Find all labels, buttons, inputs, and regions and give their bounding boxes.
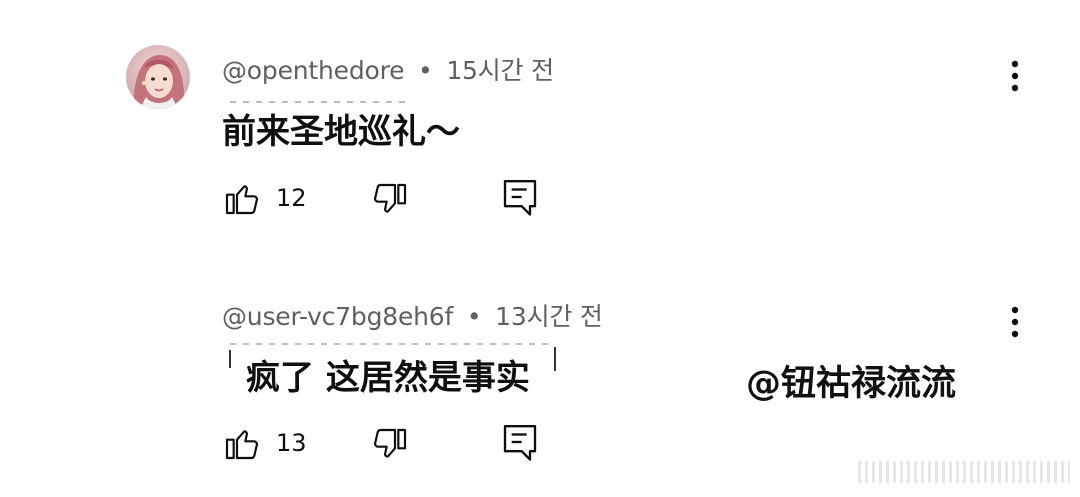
- reply-button[interactable]: [500, 176, 540, 218]
- faint-text-remnant: [230, 343, 550, 345]
- avatar-image: [126, 45, 190, 109]
- like-count: 13: [276, 429, 307, 457]
- reply-button[interactable]: [500, 421, 540, 463]
- comment-meta: @openthedore • 15시간 전: [222, 51, 554, 87]
- meta-separator: •: [418, 56, 433, 85]
- dislike-button[interactable]: [370, 180, 410, 220]
- comment-time: 13시간 전: [495, 302, 603, 331]
- more-vertical-icon: [1011, 306, 1019, 338]
- watermark: @钮祜禄流流: [746, 364, 957, 404]
- like-button[interactable]: 12: [222, 178, 307, 218]
- text-cursor-mark: [229, 350, 231, 368]
- like-count: 12: [276, 184, 307, 212]
- comment-meta: @user-vc7bg8eh6f • 13시간 전: [222, 297, 603, 333]
- thumbs-down-icon: [373, 428, 407, 458]
- meta-separator: •: [466, 302, 482, 331]
- like-button[interactable]: 13: [222, 423, 307, 463]
- faint-watermark-strip: [858, 461, 1070, 483]
- more-vertical-icon: [1011, 60, 1019, 92]
- thumbs-down-icon: [373, 183, 407, 213]
- comment-time: 15시간 전: [446, 56, 554, 85]
- more-options-button[interactable]: [1002, 56, 1028, 96]
- avatar[interactable]: [126, 45, 190, 109]
- reply-comment-icon: [503, 425, 537, 461]
- dislike-button[interactable]: [370, 425, 410, 465]
- comment-text: 前来圣地巡礼～: [222, 112, 460, 152]
- faint-text-remnant: [230, 101, 410, 103]
- reply-comment-icon: [503, 180, 537, 216]
- comment-text: 疯了 这居然是事实: [246, 358, 530, 398]
- thumbs-up-icon: [225, 185, 259, 215]
- author-handle[interactable]: @openthedore: [222, 56, 404, 85]
- comment-item-1: @openthedore • 15시간 전 前来圣地巡礼～ 12: [0, 0, 1080, 250]
- more-options-button[interactable]: [1002, 302, 1028, 342]
- text-cursor-mark: [554, 347, 556, 371]
- thumbs-up-icon: [225, 430, 259, 460]
- author-handle[interactable]: @user-vc7bg8eh6f: [222, 302, 453, 331]
